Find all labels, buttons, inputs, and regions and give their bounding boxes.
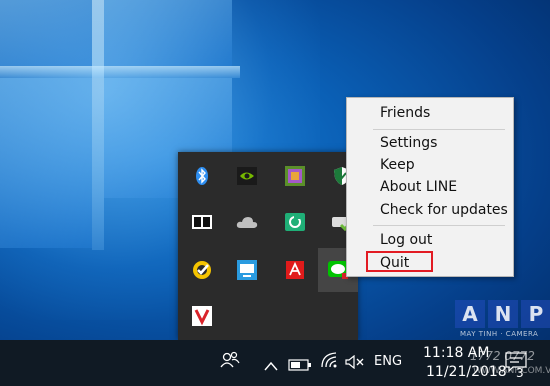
battery-icon[interactable] [288, 356, 312, 375]
norton-icon[interactable] [190, 258, 214, 282]
onedrive-icon[interactable] [235, 210, 259, 234]
menu-item-log-out[interactable]: Log out [380, 232, 432, 248]
menu-item-settings[interactable]: Settings [380, 135, 437, 151]
sync-app-icon[interactable] [283, 210, 307, 234]
anp-letter: A [455, 300, 485, 328]
menu-item-friends[interactable]: Friends [380, 105, 430, 121]
people-icon[interactable] [220, 350, 240, 374]
wallpaper-pane [0, 0, 92, 66]
chevron-up-icon[interactable] [264, 356, 278, 375]
wallpaper-pane [104, 0, 232, 66]
menu-separator [373, 129, 505, 130]
wallpaper-pane [0, 78, 92, 248]
bluetooth-icon[interactable] [190, 164, 214, 188]
nvidia-icon[interactable] [235, 164, 259, 188]
dolby-icon[interactable] [190, 210, 214, 234]
vsee-icon[interactable] [190, 304, 214, 328]
anp-letter: P [521, 300, 550, 328]
adobe-icon[interactable] [283, 258, 307, 282]
line-context-menu: Friends Settings Keep About LINE Check f… [346, 97, 514, 277]
input-language[interactable]: ENG [374, 354, 402, 369]
tray-overflow-flyout [178, 152, 358, 340]
menu-item-keep[interactable]: Keep [380, 157, 415, 173]
watermark-subtitle: MAY TINH · CAMERA [460, 330, 539, 338]
wifi-icon[interactable] [320, 352, 338, 372]
volume-muted-icon[interactable] [345, 354, 365, 373]
notification-count-badge: 3 [516, 366, 524, 380]
menu-item-about-line[interactable]: About LINE [380, 179, 457, 195]
menu-separator [373, 225, 505, 226]
quit-highlight-box [366, 251, 433, 272]
anp-watermark-logo: A N P [455, 300, 550, 328]
anp-letter: N [488, 300, 518, 328]
wallpaper-beam [92, 0, 104, 250]
screen-app-icon[interactable] [235, 258, 259, 282]
menu-item-check-updates[interactable]: Check for updates [380, 202, 508, 218]
graphics-icon[interactable] [283, 164, 307, 188]
wallpaper-beam [0, 66, 240, 78]
